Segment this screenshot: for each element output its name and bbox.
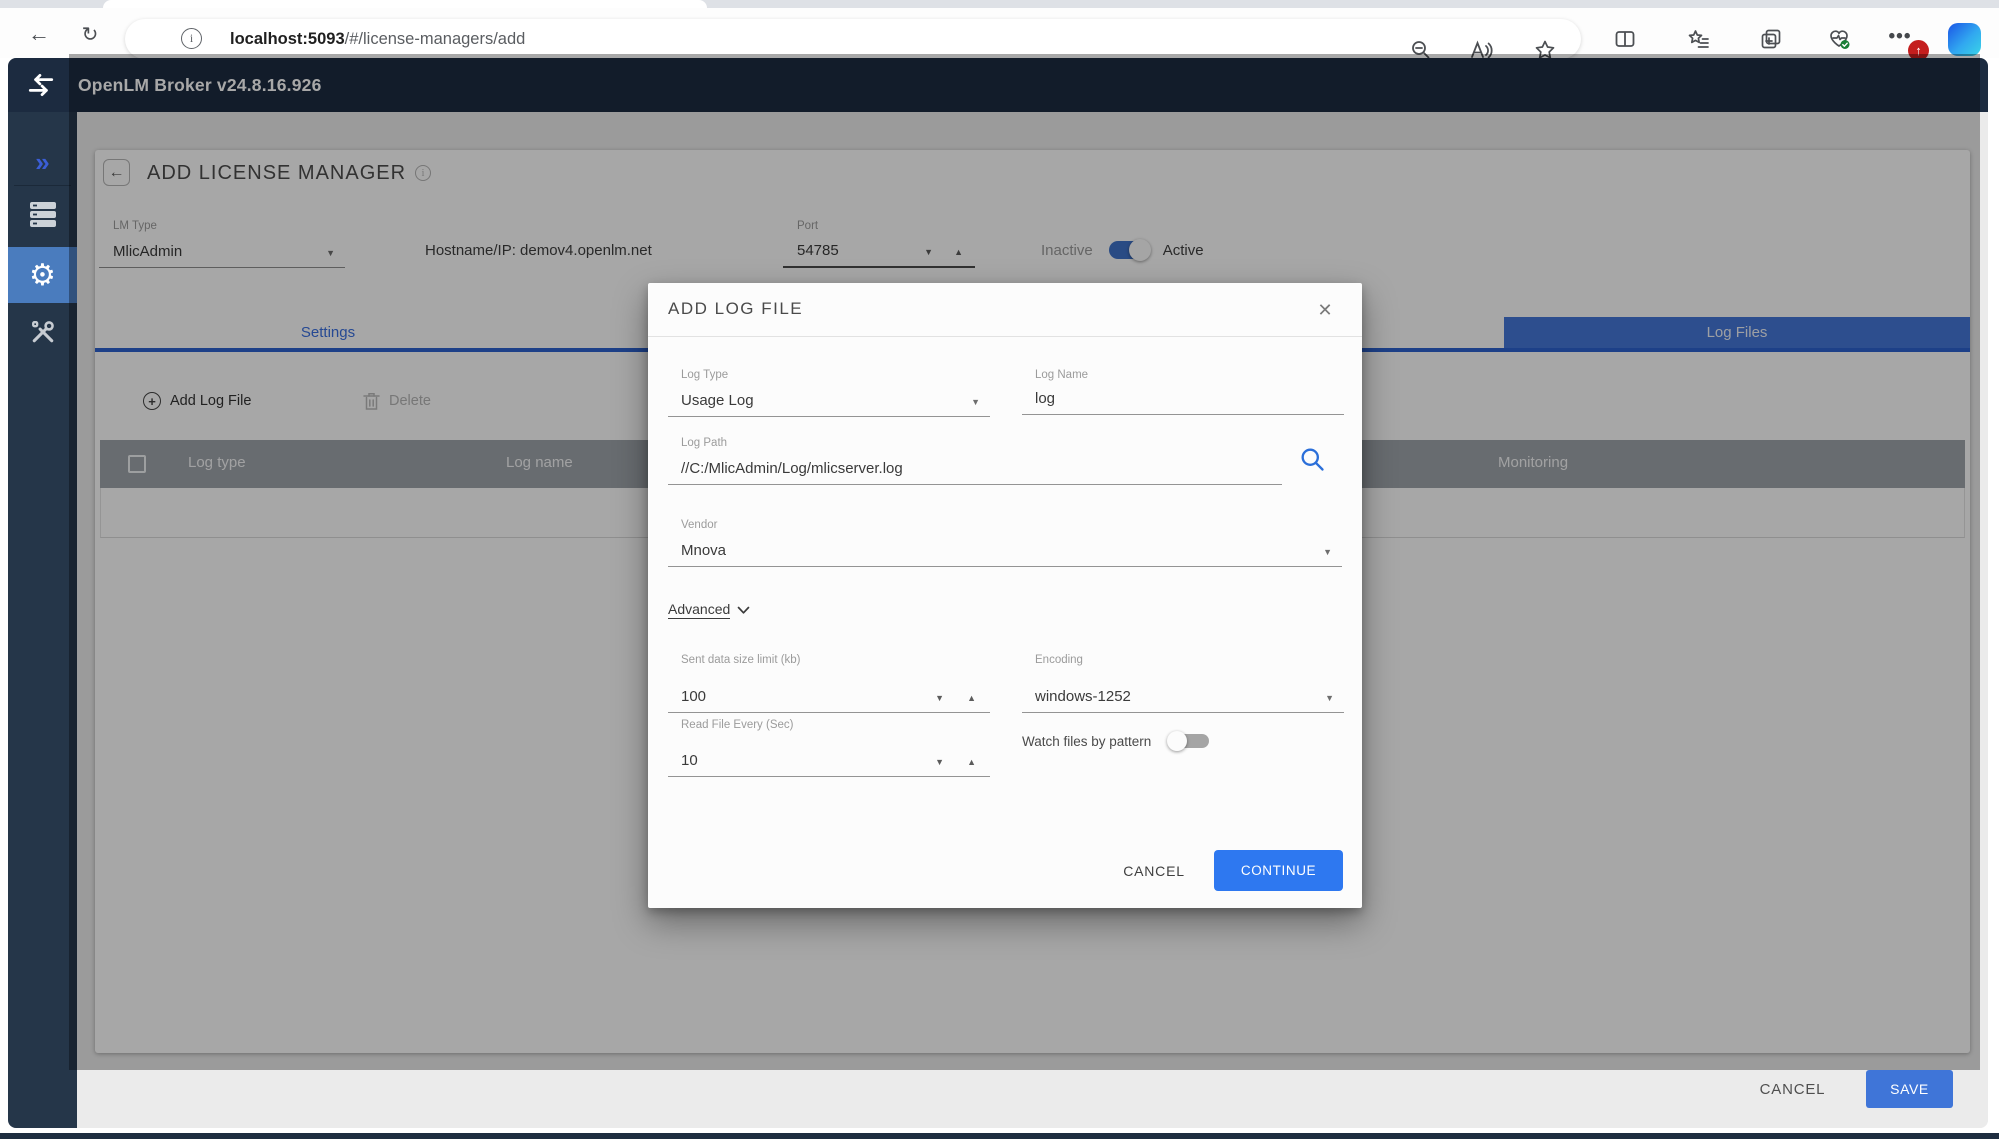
browser-back-icon[interactable]: ← bbox=[25, 20, 53, 48]
url-text[interactable]: localhost:5093/#/license-managers/add bbox=[230, 27, 525, 51]
browser-active-tab[interactable] bbox=[103, 0, 707, 8]
dialog-title: ADD LOG FILE bbox=[668, 299, 803, 319]
increment-icon[interactable]: ▲ bbox=[967, 693, 976, 703]
split-screen-icon[interactable] bbox=[1612, 27, 1638, 51]
sent-data-limit-field[interactable]: Sent data size limit (kb) 100 ▼ ▲ bbox=[668, 648, 990, 713]
watch-files-row: Watch files by pattern bbox=[1022, 725, 1211, 757]
window-bottom-edge bbox=[0, 1133, 1999, 1139]
watch-files-label: Watch files by pattern bbox=[1022, 734, 1151, 749]
servers-icon bbox=[28, 200, 58, 228]
log-path-value: //C:/MlicAdmin/Log/mlicserver.log bbox=[681, 460, 903, 477]
sidebar-divider bbox=[14, 185, 71, 186]
site-info-icon[interactable]: i bbox=[181, 28, 202, 49]
address-bar[interactable]: i localhost:5093/#/license-managers/add bbox=[125, 19, 1581, 59]
dialog-cancel-button[interactable]: CANCEL bbox=[1108, 855, 1200, 887]
chevron-down-icon[interactable]: ▼ bbox=[1323, 547, 1332, 557]
close-icon[interactable]: ✕ bbox=[1310, 295, 1340, 325]
browser-refresh-icon[interactable]: ↻ bbox=[76, 20, 104, 48]
read-file-every-value: 10 bbox=[681, 752, 698, 769]
advanced-toggle[interactable]: Advanced bbox=[668, 599, 750, 621]
browser-toolbar: ← ↻ i localhost:5093/#/license-managers/… bbox=[0, 8, 1999, 58]
vendor-field[interactable]: Vendor Mnova ▼ bbox=[668, 513, 1342, 567]
sidebar-expand-chevrons-icon[interactable]: » bbox=[8, 140, 77, 184]
read-file-every-label: Read File Every (Sec) bbox=[681, 719, 793, 731]
browse-log-path-button[interactable] bbox=[1298, 445, 1326, 473]
favorites-bar-icon[interactable] bbox=[1686, 27, 1712, 51]
copilot-icon[interactable] bbox=[1948, 23, 1981, 56]
log-name-field[interactable]: Log Name log bbox=[1022, 363, 1344, 415]
toggle-knob bbox=[1167, 731, 1187, 751]
browser-tab-strip bbox=[0, 0, 1999, 8]
sent-data-limit-value: 100 bbox=[681, 688, 706, 705]
chevron-down-icon[interactable]: ▼ bbox=[971, 397, 980, 407]
dialog-continue-button[interactable]: CONTINUE bbox=[1214, 850, 1343, 891]
gear-icon: ⚙ bbox=[29, 258, 56, 293]
search-icon bbox=[1298, 445, 1326, 473]
log-type-value: Usage Log bbox=[681, 392, 754, 409]
increment-icon[interactable]: ▲ bbox=[967, 757, 976, 767]
chevron-down-icon bbox=[737, 606, 750, 615]
screen: ← ↻ i localhost:5093/#/license-managers/… bbox=[0, 0, 1999, 1139]
advanced-label: Advanced bbox=[668, 601, 730, 619]
tools-icon bbox=[29, 318, 57, 346]
sidebar-item-license-servers[interactable] bbox=[8, 196, 77, 232]
encoding-value: windows-1252 bbox=[1035, 688, 1131, 705]
decrement-icon[interactable]: ▼ bbox=[935, 693, 944, 703]
sidebar-item-tools[interactable] bbox=[8, 312, 77, 352]
page-cancel-button[interactable]: CANCEL bbox=[1745, 1078, 1840, 1102]
url-path: /#/license-managers/add bbox=[345, 30, 526, 49]
sidebar-item-settings-active[interactable]: ⚙ bbox=[8, 247, 77, 303]
collections-icon[interactable] bbox=[1758, 27, 1784, 51]
encoding-label: Encoding bbox=[1035, 654, 1083, 666]
vendor-value: Mnova bbox=[681, 542, 726, 559]
log-name-label: Log Name bbox=[1035, 369, 1088, 381]
log-path-field[interactable]: Log Path //C:/MlicAdmin/Log/mlicserver.l… bbox=[668, 431, 1282, 485]
read-file-every-field[interactable]: Read File Every (Sec) 10 ▼ ▲ bbox=[668, 713, 990, 777]
openlm-logo-icon[interactable] bbox=[26, 72, 56, 98]
sidebar: » ⚙ bbox=[8, 112, 77, 1128]
encoding-field[interactable]: Encoding windows-1252 ▼ bbox=[1022, 648, 1344, 713]
url-host: localhost:5093 bbox=[230, 30, 345, 49]
add-log-file-dialog: ADD LOG FILE ✕ Log Type Usage Log ▼ Log … bbox=[648, 283, 1362, 908]
vendor-label: Vendor bbox=[681, 519, 717, 531]
sent-data-limit-label: Sent data size limit (kb) bbox=[681, 654, 801, 666]
log-type-label: Log Type bbox=[681, 369, 728, 381]
log-path-label: Log Path bbox=[681, 437, 727, 449]
decrement-icon[interactable]: ▼ bbox=[935, 757, 944, 767]
browser-essentials-icon[interactable] bbox=[1826, 27, 1852, 51]
watch-files-toggle[interactable] bbox=[1167, 730, 1211, 752]
log-type-field[interactable]: Log Type Usage Log ▼ bbox=[668, 363, 990, 417]
chevron-down-icon[interactable]: ▼ bbox=[1325, 693, 1334, 703]
dialog-header: ADD LOG FILE ✕ bbox=[648, 283, 1362, 337]
page-save-button[interactable]: SAVE bbox=[1866, 1070, 1953, 1108]
log-name-value: log bbox=[1035, 390, 1055, 407]
